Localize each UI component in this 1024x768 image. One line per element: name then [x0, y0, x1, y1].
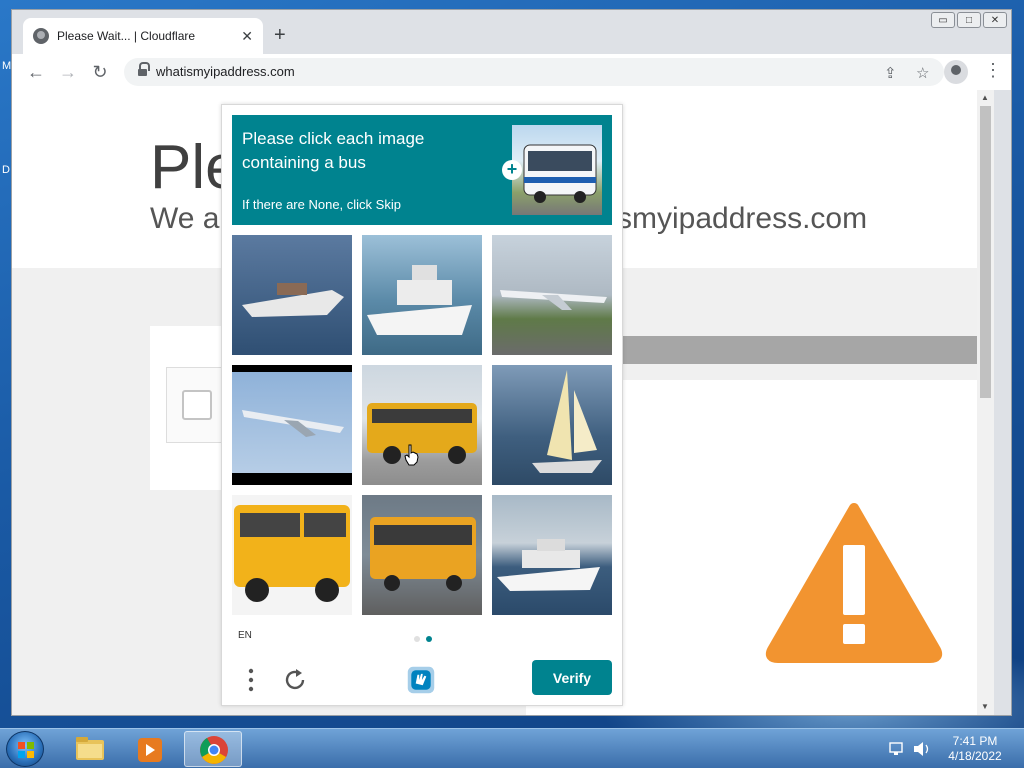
image-grid — [232, 235, 612, 615]
window-controls: ▭ □ ✕ — [931, 12, 1007, 28]
browser-tab[interactable]: Please Wait... | Cloudflare ✕ — [23, 18, 263, 54]
page-dot-active — [426, 636, 432, 642]
language-selector[interactable]: EN — [238, 630, 252, 641]
browser-toolbar: ← → ↻ whatismyipaddress.com ⇪ ☆ ⋮ — [12, 54, 1011, 90]
hand-cursor-icon — [404, 444, 419, 466]
taskbar-explorer[interactable] — [60, 731, 118, 767]
airplane-flight-image — [242, 410, 344, 437]
page-scrollbar[interactable]: ▲ ▼ — [977, 90, 994, 715]
start-button[interactable] — [6, 731, 44, 767]
school-bus-image — [367, 403, 477, 464]
scroll-thumb[interactable] — [980, 106, 991, 398]
city-bus-image — [370, 517, 476, 591]
taskbar-chrome[interactable] — [184, 731, 242, 767]
yacht-image — [497, 539, 600, 591]
image-tile[interactable] — [362, 235, 482, 355]
airplane-runway-image — [500, 290, 607, 310]
windows-logo-icon — [18, 742, 34, 758]
refresh-icon — [285, 669, 305, 690]
image-tile[interactable] — [492, 235, 612, 355]
folder-icon — [76, 737, 104, 760]
image-tile[interactable] — [232, 365, 352, 485]
close-window-button[interactable]: ✕ — [983, 12, 1007, 28]
clock-date: 4/18/2022 — [948, 749, 1002, 763]
address-bar[interactable]: whatismyipaddress.com ⇪ ☆ — [124, 58, 944, 86]
expand-example-icon[interactable]: + — [502, 160, 522, 180]
page-indicator — [414, 636, 432, 642]
page-banner-bar — [622, 336, 994, 364]
page-subtitle: We ar — [150, 202, 230, 235]
taskbar-clock[interactable]: 7:41 PM 4/18/2022 — [940, 734, 1010, 764]
desktop-icon-label[interactable]: M — [2, 60, 11, 72]
captcha-checkbox[interactable] — [182, 390, 212, 420]
speedboat-image — [242, 283, 344, 317]
lock-icon[interactable] — [138, 62, 150, 77]
warning-icon — [765, 503, 943, 663]
image-tile[interactable] — [492, 365, 612, 485]
scroll-up-arrow-icon[interactable]: ▲ — [981, 93, 989, 102]
image-tile[interactable] — [362, 495, 482, 615]
new-tab-button[interactable]: + — [274, 24, 286, 47]
system-tray — [886, 737, 936, 761]
example-image — [512, 125, 602, 215]
yacht-image — [367, 265, 472, 335]
page-dot — [414, 636, 420, 642]
tray-icons — [889, 742, 929, 756]
globe-icon — [33, 28, 49, 44]
desktop-icon-label[interactable]: D — [2, 164, 10, 176]
taskbar-media-player[interactable] — [122, 731, 180, 767]
taskbar: 7:41 PM 4/18/2022 — [0, 728, 1024, 768]
verify-button[interactable]: Verify — [532, 660, 612, 695]
bus-example-icon — [523, 144, 597, 203]
challenge-prompt-text: Please click each image containing a bus — [242, 129, 425, 172]
refresh-challenge-icon[interactable] — [280, 665, 310, 695]
url-text[interactable]: whatismyipaddress.com — [156, 64, 295, 79]
close-tab-icon[interactable]: ✕ — [241, 28, 253, 45]
challenge-prompt: Please click each image containing a bus… — [232, 115, 612, 225]
challenge-hint: If there are None, click Skip — [242, 197, 401, 212]
forward-arrow-icon[interactable]: → — [56, 60, 80, 84]
school-bus-image — [234, 505, 350, 602]
image-tile[interactable] — [362, 365, 482, 485]
back-arrow-icon[interactable]: ← — [24, 60, 48, 84]
image-tile[interactable] — [492, 495, 612, 615]
hcaptcha-logo-icon[interactable] — [406, 665, 436, 695]
page-subtitle-domain: smyipaddress.com — [617, 202, 868, 235]
scroll-down-arrow-icon[interactable]: ▼ — [981, 702, 989, 711]
reload-icon[interactable]: ↻ — [88, 60, 112, 84]
image-tile[interactable] — [232, 235, 352, 355]
clock-time: 7:41 PM — [952, 734, 998, 748]
bookmark-star-icon[interactable]: ☆ — [916, 64, 929, 82]
browser-menu-icon[interactable]: ⋮ — [984, 60, 1002, 81]
media-player-icon — [138, 738, 162, 762]
hcaptcha-logo — [407, 666, 435, 694]
captcha-challenge: Please click each image containing a bus… — [221, 104, 623, 706]
share-icon[interactable]: ⇪ — [884, 64, 897, 82]
sailboat-image — [532, 370, 602, 473]
menu-dots-icon[interactable] — [236, 665, 266, 695]
image-tile[interactable] — [232, 495, 352, 615]
tab-title: Please Wait... | Cloudflare — [57, 29, 196, 43]
profile-avatar-icon[interactable] — [944, 60, 968, 84]
chrome-icon — [200, 736, 228, 764]
vertical-dots-icon — [248, 668, 254, 692]
maximize-button[interactable]: □ — [957, 12, 981, 28]
minimize-button[interactable]: ▭ — [931, 12, 955, 28]
